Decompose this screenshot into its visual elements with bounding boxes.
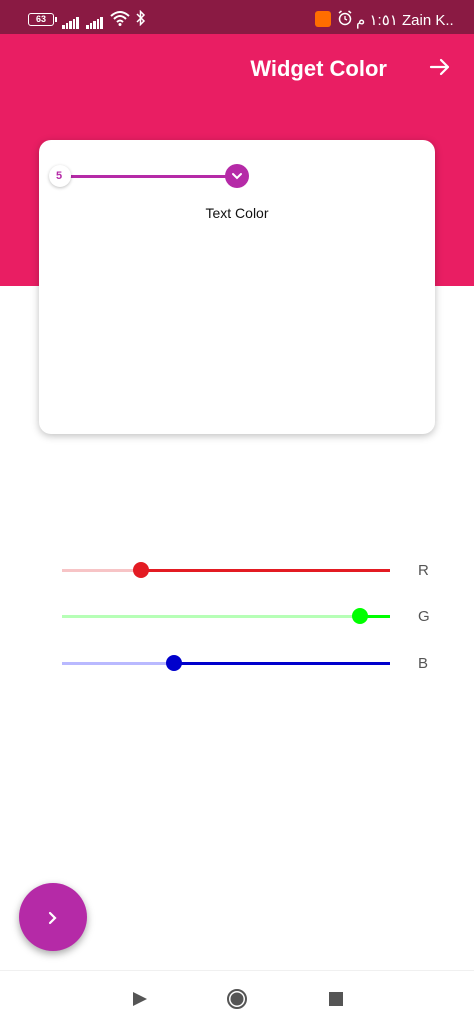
- next-fab-button[interactable]: [19, 883, 87, 951]
- play-back-icon[interactable]: [132, 991, 148, 1007]
- slider-b: B: [62, 648, 452, 678]
- signal-icon: [62, 12, 80, 29]
- status-bar: 63 ١:٥١ م Zain K..: [0, 0, 474, 34]
- arrow-forward-icon[interactable]: [429, 56, 451, 78]
- card-slider-knob[interactable]: 5: [49, 165, 71, 187]
- slider-g: G: [62, 601, 452, 631]
- slider-thumb[interactable]: [352, 608, 368, 624]
- wifi-icon: [110, 11, 130, 26]
- system-nav-bar: [0, 970, 474, 1028]
- slider-track[interactable]: [62, 662, 390, 665]
- slider-label-g: G: [418, 608, 430, 625]
- chevron-right-icon: [48, 911, 57, 925]
- status-time-carrier: ١:٥١ م Zain K..: [356, 12, 454, 29]
- bluetooth-icon: [136, 10, 146, 26]
- dropdown-button[interactable]: [225, 164, 249, 188]
- slider-label-b: B: [418, 655, 429, 672]
- alarm-icon: [338, 10, 352, 26]
- app-notification-icon: [315, 11, 331, 27]
- slider-thumb[interactable]: [166, 655, 182, 671]
- page-title: Widget Color: [250, 56, 387, 81]
- slider-track[interactable]: [62, 615, 390, 618]
- circle-home-icon[interactable]: [226, 988, 248, 1010]
- slider-label-r: R: [418, 562, 429, 579]
- battery-icon: 63: [28, 13, 57, 26]
- chevron-down-icon: [232, 173, 242, 180]
- slider-thumb[interactable]: [133, 562, 149, 578]
- text-color-label: Text Color: [205, 205, 269, 221]
- slider-r: R: [62, 555, 452, 585]
- card-slider-track: [59, 175, 239, 178]
- color-card: 5 Text Color: [39, 140, 435, 434]
- signal-icon: [86, 12, 104, 29]
- slider-track[interactable]: [62, 569, 390, 572]
- square-recents-icon[interactable]: [329, 992, 343, 1006]
